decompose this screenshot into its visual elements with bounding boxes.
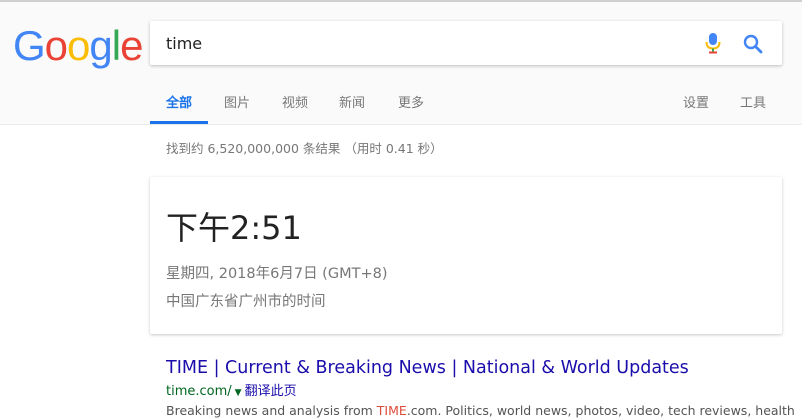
tab-tools[interactable]: 工具 [740,92,766,111]
result-url: time.com/ [166,384,232,399]
time-location: 中国广东省广州市的时间 [166,294,326,310]
search-input[interactable] [166,21,686,65]
tab-videos[interactable]: 视频 [282,92,308,111]
result-url-row: time.com/▼ 翻译此页 [166,380,786,399]
logo-letter: o [67,22,90,69]
search-icon[interactable] [742,33,764,55]
result-stats: 找到约 6,520,000,000 条结果 （用时 0.41 秒） [166,141,443,156]
top-divider [0,0,802,2]
search-box [150,21,782,65]
logo-letter: l [111,22,121,69]
result-title-link[interactable]: TIME | Current & Breaking News | Nationa… [166,358,786,378]
snippet-text: .com. Politics, world news, photos, vide… [406,403,795,418]
logo-letter: e [120,22,143,69]
tab-settings[interactable]: 设置 [683,92,709,111]
microphone-icon[interactable] [703,32,723,54]
active-tab-indicator [150,121,208,124]
chevron-down-icon[interactable]: ▼ [235,388,242,398]
tab-more[interactable]: 更多 [398,92,424,111]
translate-page-link[interactable]: 翻译此页 [245,384,297,399]
time-card: 下午2:51 星期四, 2018年6月7日 (GMT+8) 中国广东省广州市的时… [150,177,782,334]
tab-images[interactable]: 图片 [224,92,250,111]
current-date: 星期四, 2018年6月7日 (GMT+8) [166,266,388,282]
search-result: TIME | Current & Breaking News | Nationa… [166,358,795,418]
logo-letter: o [44,22,68,69]
current-time: 下午2:51 [166,209,302,247]
logo-letter: g [89,22,112,69]
logo-letter: G [13,22,46,69]
tab-news[interactable]: 新闻 [339,92,365,111]
google-logo[interactable]: Google [13,22,143,70]
tab-all[interactable]: 全部 [166,92,192,111]
result-snippet: Breaking news and analysis from TIME.com… [166,403,795,418]
snippet-text: Breaking news and analysis from [166,403,377,418]
snippet-highlight: TIME [376,403,407,418]
